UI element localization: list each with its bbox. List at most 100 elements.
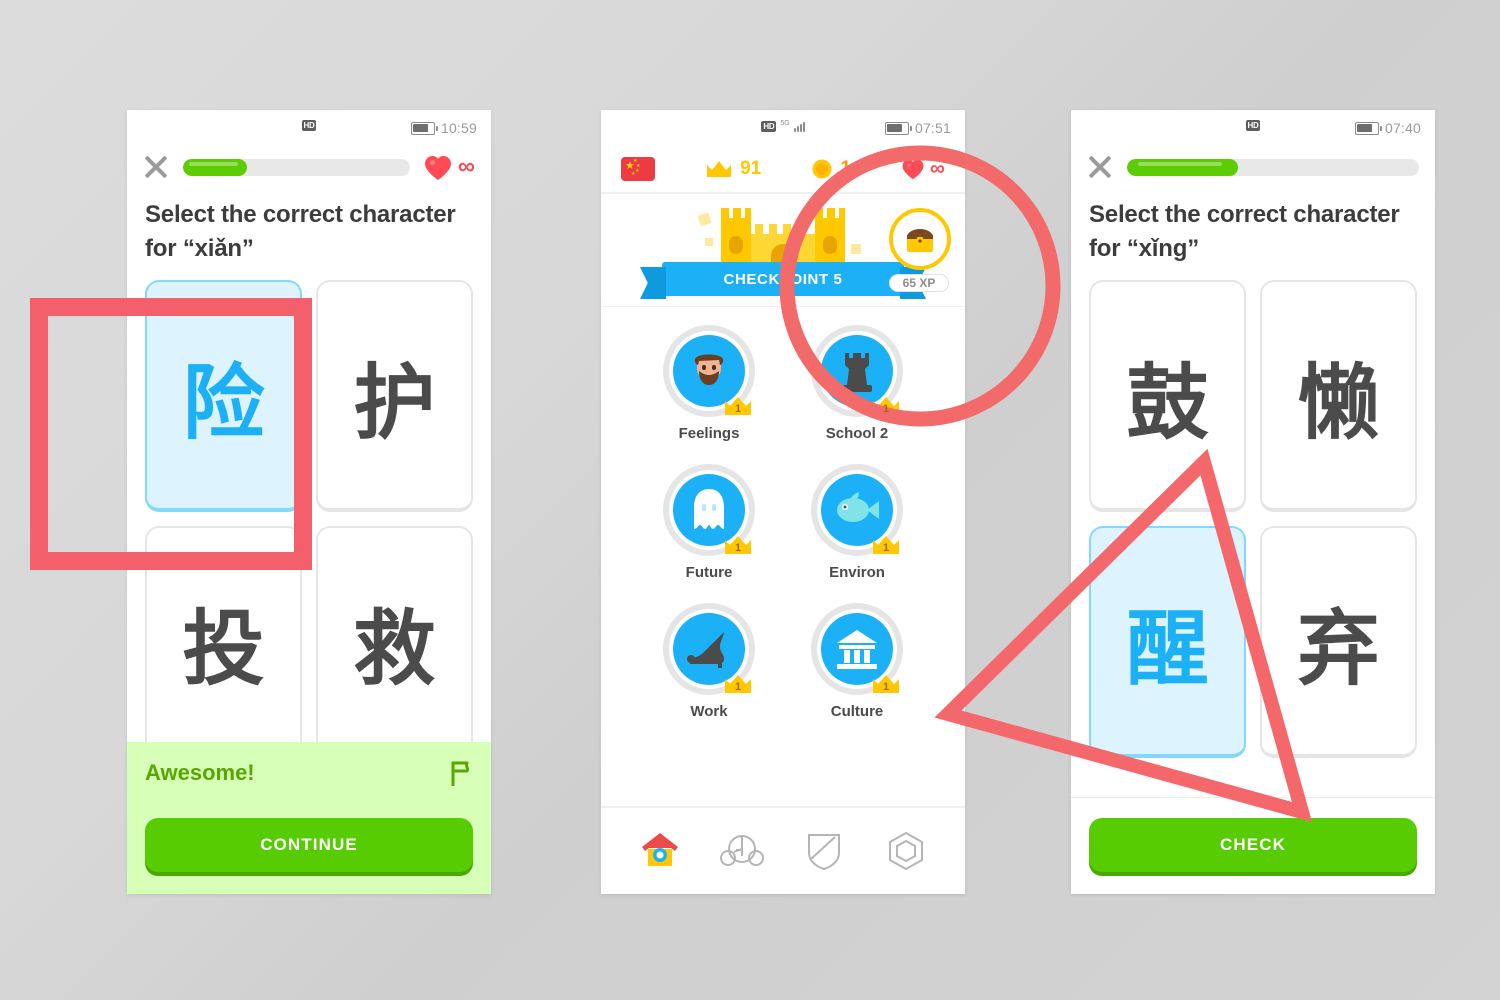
list-item[interactable]: 1 Future	[653, 464, 765, 581]
report-flag-icon[interactable]	[449, 760, 473, 787]
china-flag-icon[interactable]: ★ ★ ★ ★ ★	[621, 157, 655, 181]
page-title: Select the correct character for “xǐng”	[1089, 201, 1400, 263]
skill-ring: 1	[811, 464, 903, 556]
crown-level: 1	[882, 403, 890, 415]
crown-badge: 1	[723, 395, 753, 417]
phone-screen-skill-tree: HD 5G 07:51 ★ ★ ★ ★ ★ 91 1 ∞ CHECKPOINT …	[601, 110, 965, 894]
list-item[interactable]: 1 Feelings	[653, 325, 765, 442]
hd-icon: HD	[1245, 120, 1261, 131]
skill-tree-header: ★ ★ ★ ★ ★ 91 1 ∞	[601, 146, 965, 194]
skill-label: Environ	[829, 564, 885, 581]
character-tile-grid: 险 护 投 救	[127, 266, 491, 759]
chess-rook-icon	[842, 353, 872, 392]
high-heel-shoe-icon	[687, 632, 724, 668]
crown-level: 1	[734, 681, 742, 693]
skill-grid: 1 Feelings 1 School 2 1 Future 1 Environ…	[601, 307, 965, 720]
heart-icon	[901, 159, 924, 180]
crown-icon	[707, 161, 732, 177]
lesson-progress-bar	[183, 158, 410, 176]
skill-row: 1 Future 1 Environ	[601, 464, 965, 581]
skill-label: Culture	[830, 703, 884, 720]
status-bar: HD 07:40	[1071, 110, 1435, 146]
skill-ring: 1	[663, 464, 755, 556]
close-x-icon[interactable]	[143, 154, 169, 180]
bottom-navigation	[601, 806, 965, 894]
owl-mascot-icon	[720, 835, 764, 866]
crown-level: 1	[882, 681, 890, 693]
infinity-icon: ∞	[457, 153, 475, 180]
signal-label: 5G	[780, 120, 790, 127]
table-row[interactable]: 救	[316, 526, 473, 759]
infinity-icon: ∞	[930, 157, 945, 180]
list-item[interactable]: 1 Culture	[801, 603, 913, 720]
nav-home[interactable]	[635, 828, 685, 874]
skill-label: Future	[685, 564, 733, 581]
checkpoint-banner[interactable]: CHECKPOINT 5	[662, 262, 904, 296]
skill-row: 1 Work 1 Culture	[601, 603, 965, 720]
close-x-icon[interactable]	[1087, 154, 1113, 180]
crown-badge: 1	[871, 534, 901, 556]
nav-gem[interactable]	[881, 828, 931, 874]
crown-badge: 1	[723, 534, 753, 556]
crown-badge: 1	[871, 673, 901, 695]
crown-counter[interactable]: 91	[705, 158, 761, 180]
xp-badge: 65 XP	[889, 274, 949, 292]
checkpoint-section: CHECKPOINT 5 65 XP	[601, 194, 965, 307]
check-button[interactable]: CHECK	[1089, 818, 1417, 872]
gem-counter[interactable]: 1	[811, 158, 851, 180]
gem-count: 1	[840, 158, 851, 179]
table-row[interactable]: 弃	[1260, 526, 1417, 759]
skill-ring: 1	[663, 325, 755, 417]
table-row[interactable]: 投	[145, 526, 302, 759]
battery-icon	[884, 121, 912, 135]
battery-icon	[1354, 121, 1382, 135]
table-row[interactable]: 护	[316, 280, 473, 513]
skill-row: 1 Feelings 1 School 2	[601, 325, 965, 442]
treasure-chest-icon	[907, 229, 933, 252]
lesson-header: ∞	[127, 146, 491, 180]
signal-bars-icon	[793, 120, 805, 132]
feedback-row: Awesome!	[145, 760, 473, 787]
list-item[interactable]: 1 Work	[653, 603, 765, 720]
treasure-chest-reward[interactable]: 65 XP	[889, 208, 951, 292]
table-row[interactable]: 懒	[1260, 280, 1417, 513]
table-row[interactable]: 鼓	[1089, 280, 1246, 513]
hd-icon: HD	[761, 120, 777, 132]
lesson-progress-bar	[1127, 158, 1419, 176]
skill-ring: 1	[811, 603, 903, 695]
crown-badge: 1	[723, 673, 753, 695]
hearts-counter[interactable]: ∞	[901, 157, 945, 180]
crown-level: 1	[734, 403, 742, 415]
crown-count: 91	[740, 158, 762, 179]
page-title: Select the correct character for “xiǎn”	[145, 201, 456, 263]
skill-label: School 2	[825, 425, 889, 442]
shield-icon	[808, 834, 840, 871]
hd-icon: HD	[301, 120, 317, 131]
nav-shield[interactable]	[799, 828, 849, 874]
bearded-face-icon	[694, 354, 724, 385]
table-row[interactable]: 醒	[1089, 526, 1246, 759]
crown-badge: 1	[871, 395, 901, 417]
skill-ring: 1	[663, 603, 755, 695]
character-tile-grid: 鼓 懒 醒 弃	[1071, 266, 1435, 759]
battery-icon	[410, 121, 438, 135]
lesson-progress-fill	[1127, 158, 1238, 176]
status-bar: HD 10:59	[127, 110, 491, 146]
gem-icon	[812, 159, 832, 179]
continue-button[interactable]: CONTINUE	[145, 818, 473, 872]
list-item[interactable]: 1 Environ	[801, 464, 913, 581]
gem-outline-icon	[889, 831, 923, 871]
home-icon	[642, 833, 678, 866]
status-bar: HD 5G 07:51	[601, 110, 965, 146]
bank-building-icon	[837, 630, 877, 669]
screenshot-stage: HD 10:59 ∞ Select the correct character …	[0, 0, 1500, 1000]
table-row[interactable]: 险	[145, 280, 302, 513]
skill-label: Feelings	[678, 425, 740, 442]
nav-mascot[interactable]	[717, 828, 767, 874]
list-item[interactable]: 1 School 2	[801, 325, 913, 442]
feedback-banner: Awesome! CONTINUE	[127, 742, 491, 894]
lesson-progress-fill	[183, 158, 247, 176]
heart-icon[interactable]	[424, 155, 451, 180]
feedback-title: Awesome!	[145, 760, 255, 785]
fish-icon	[837, 492, 879, 522]
